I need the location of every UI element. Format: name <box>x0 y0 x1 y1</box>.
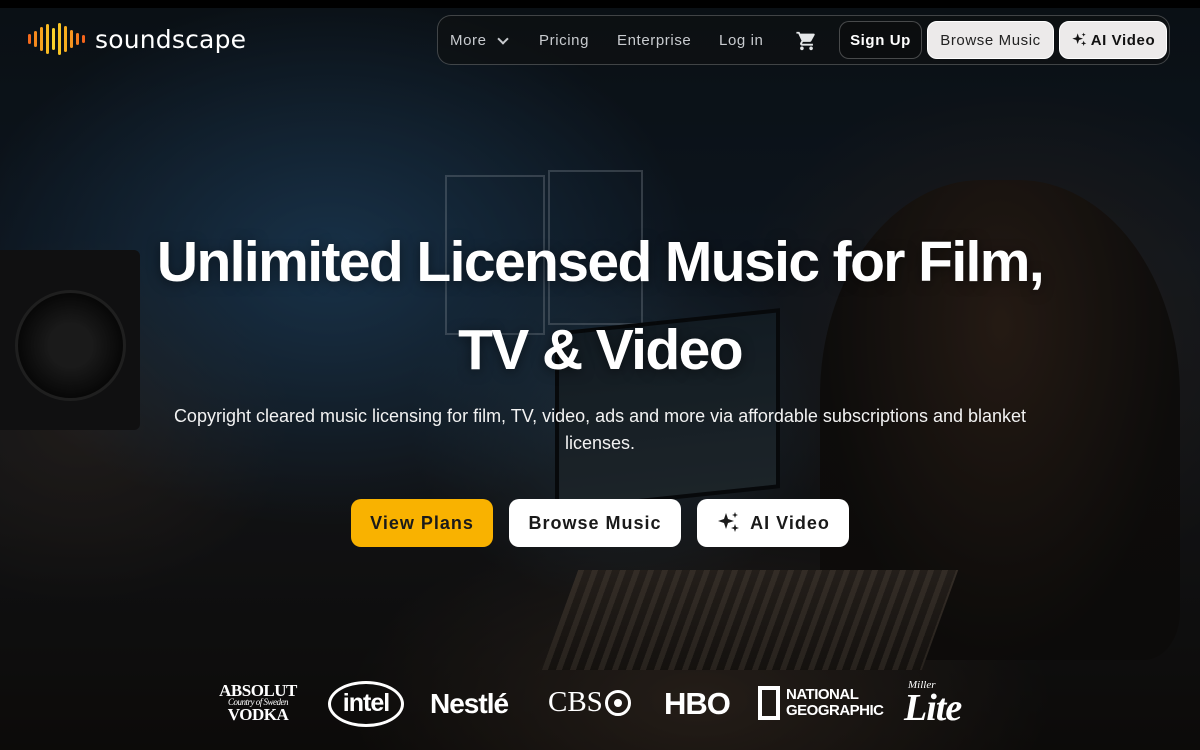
absolut-vodka-logo: ABSOLUT Country of Sweden VODKA <box>213 682 303 724</box>
sparkle-icon <box>718 512 740 532</box>
waveform-bar <box>76 33 79 45</box>
chevron-down-icon <box>496 32 509 45</box>
waveform-bar <box>28 34 31 44</box>
waveform-bar <box>40 27 43 51</box>
waveform-bar <box>64 26 67 52</box>
nav-login-link[interactable]: Log in <box>719 32 763 49</box>
natgeo-line1: NATIONAL <box>786 686 859 703</box>
nav-enterprise-link[interactable]: Enterprise <box>617 32 691 49</box>
logo-text: soundscape <box>95 24 247 54</box>
ai-video-nav-label: AI Video <box>1090 31 1156 49</box>
hero-headline: Unlimited Licensed Music for Film, TV & … <box>156 230 1045 382</box>
waveform-bar <box>58 23 61 55</box>
waveform-bar <box>70 30 73 48</box>
waveform-bar <box>34 31 37 47</box>
main-nav: More Pricing Enterprise Log in Sign Up B… <box>437 15 1170 65</box>
ai-video-label: AI Video <box>750 512 830 533</box>
cbs-logo: CBS <box>548 686 631 719</box>
browse-music-button[interactable]: Browse Music <box>509 499 681 547</box>
lite-wordmark: Lite <box>904 687 962 729</box>
miller-lite-logo: Miller Lite <box>904 680 962 729</box>
ai-video-button[interactable]: AI Video <box>697 499 849 547</box>
waveform-bar <box>52 28 55 50</box>
cart-icon[interactable] <box>795 30 818 57</box>
waveform-bar <box>46 24 49 54</box>
yellow-border-icon <box>758 686 780 720</box>
client-logos: ABSOLUT Country of Sweden VODKA intel Ne… <box>210 678 1000 734</box>
waveform-icon <box>28 22 85 56</box>
nav-more-label: More <box>450 32 487 49</box>
browse-music-nav-button[interactable]: Browse Music <box>927 21 1054 59</box>
hbo-logo: HBO <box>664 686 731 721</box>
ai-video-nav-button[interactable]: AI Video <box>1059 21 1167 59</box>
nestle-logo: Nestlé <box>430 688 509 719</box>
nav-more-dropdown[interactable]: More <box>450 32 509 49</box>
signup-button[interactable]: Sign Up <box>839 21 922 59</box>
top-edge <box>0 0 1200 8</box>
hero-subheadline: Copyright cleared music licensing for fi… <box>173 406 1027 453</box>
view-plans-button[interactable]: View Plans <box>351 499 493 547</box>
vodka-wordmark: VODKA <box>227 705 289 724</box>
cbs-wordmark: CBS <box>548 686 603 718</box>
waveform-bar <box>82 35 85 43</box>
cbs-eye-icon <box>604 689 631 716</box>
national-geographic-logo: NATIONAL GEOGRAPHIC <box>758 686 884 720</box>
nav-pricing-link[interactable]: Pricing <box>539 32 589 49</box>
sparkle-icon <box>1072 32 1087 46</box>
site-logo[interactable]: soundscape <box>28 22 246 56</box>
intel-logo: intel <box>328 681 404 727</box>
natgeo-line2: GEOGRAPHIC <box>786 702 884 719</box>
